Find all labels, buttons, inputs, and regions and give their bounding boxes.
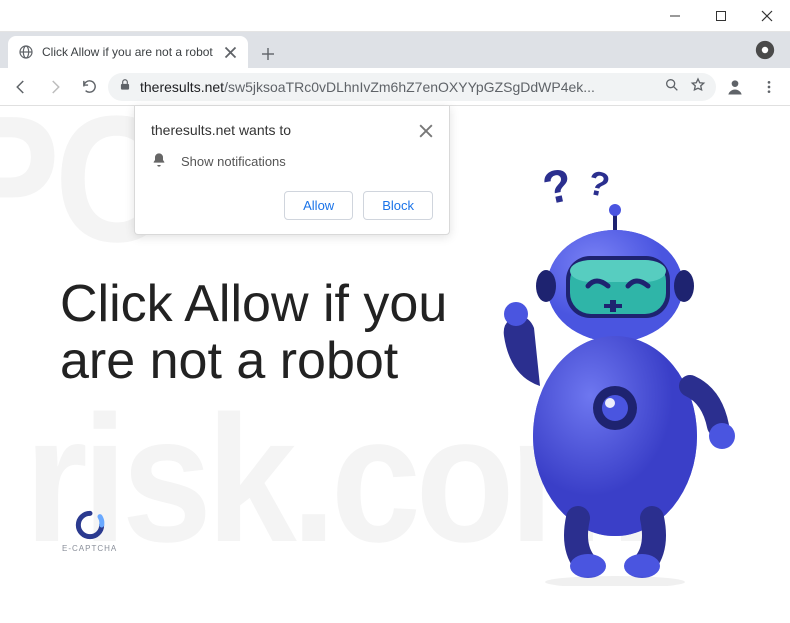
bell-icon bbox=[151, 152, 167, 171]
profile-button[interactable] bbox=[720, 72, 750, 102]
tab-close-button[interactable] bbox=[223, 45, 238, 60]
window-controls bbox=[652, 0, 790, 32]
address-bar[interactable]: theresults.net/sw5jksoaTRc0vDLhnIvZm6hZ7… bbox=[108, 73, 716, 101]
globe-icon bbox=[18, 44, 34, 60]
browser-toolbar: theresults.net/sw5jksoaTRc0vDLhnIvZm6hZ7… bbox=[0, 68, 790, 106]
browser-tab[interactable]: Click Allow if you are not a robot bbox=[8, 36, 248, 68]
window-maximize-button[interactable] bbox=[698, 0, 744, 32]
window-minimize-button[interactable] bbox=[652, 0, 698, 32]
tab-title: Click Allow if you are not a robot bbox=[42, 45, 215, 59]
page-headline: Click Allow if you are not a robot bbox=[60, 276, 460, 390]
captcha-badge: E-CAPTCHA bbox=[62, 510, 117, 553]
url-host: theresults.net bbox=[140, 79, 224, 95]
allow-button[interactable]: Allow bbox=[284, 191, 353, 220]
url-path: /sw5jksoaTRc0vDLhnIvZm6hZ7enOXYYpGZSgDdW… bbox=[224, 79, 595, 95]
new-tab-button[interactable] bbox=[254, 40, 282, 68]
star-icon[interactable] bbox=[690, 77, 706, 96]
window-titlebar bbox=[0, 0, 790, 32]
forward-button[interactable] bbox=[40, 72, 70, 102]
svg-text:?: ? bbox=[585, 164, 613, 205]
lock-icon bbox=[118, 78, 132, 95]
reload-button[interactable] bbox=[74, 72, 104, 102]
permission-request-text: Show notifications bbox=[181, 154, 286, 169]
tab-strip: Click Allow if you are not a robot bbox=[0, 32, 790, 68]
notification-permission-prompt: theresults.net wants to Show notificatio… bbox=[134, 106, 450, 235]
captcha-icon bbox=[75, 510, 105, 540]
close-icon[interactable] bbox=[419, 124, 433, 138]
menu-button[interactable] bbox=[754, 72, 784, 102]
block-button[interactable]: Block bbox=[363, 191, 433, 220]
svg-text:?: ? bbox=[538, 158, 576, 215]
permission-origin-text: theresults.net wants to bbox=[151, 122, 419, 138]
back-button[interactable] bbox=[6, 72, 36, 102]
captcha-label: E-CAPTCHA bbox=[62, 544, 117, 553]
url-text: theresults.net/sw5jksoaTRc0vDLhnIvZm6hZ7… bbox=[140, 79, 656, 95]
search-icon[interactable] bbox=[664, 77, 680, 96]
page-content: PC risk.com Click Allow if you are not a… bbox=[0, 106, 790, 623]
incognito-icon bbox=[754, 39, 776, 61]
window-close-button[interactable] bbox=[744, 0, 790, 32]
robot-illustration: ? ? bbox=[470, 156, 750, 586]
